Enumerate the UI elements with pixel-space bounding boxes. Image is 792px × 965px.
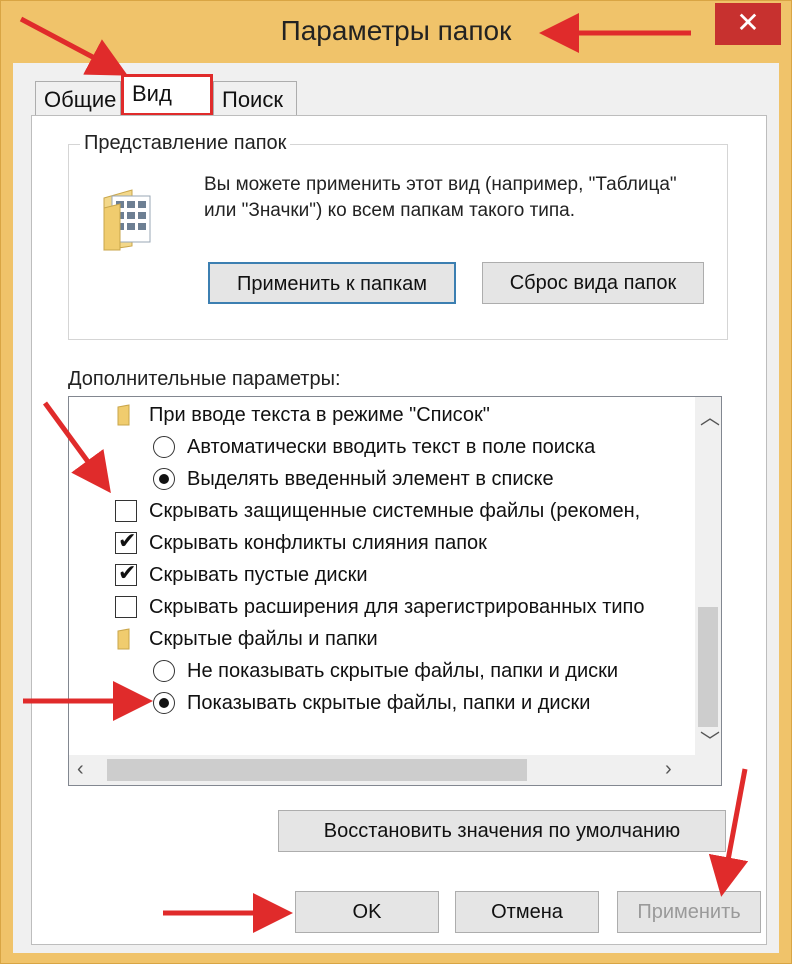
annotation-arrows xyxy=(19,13,749,933)
tab-arrow xyxy=(19,16,128,76)
apply-arrow xyxy=(708,768,749,897)
folder-options-window: Параметры папок ✕ Общие Вид Поиск Предст… xyxy=(0,0,792,964)
checkbox-arrow xyxy=(42,401,111,494)
